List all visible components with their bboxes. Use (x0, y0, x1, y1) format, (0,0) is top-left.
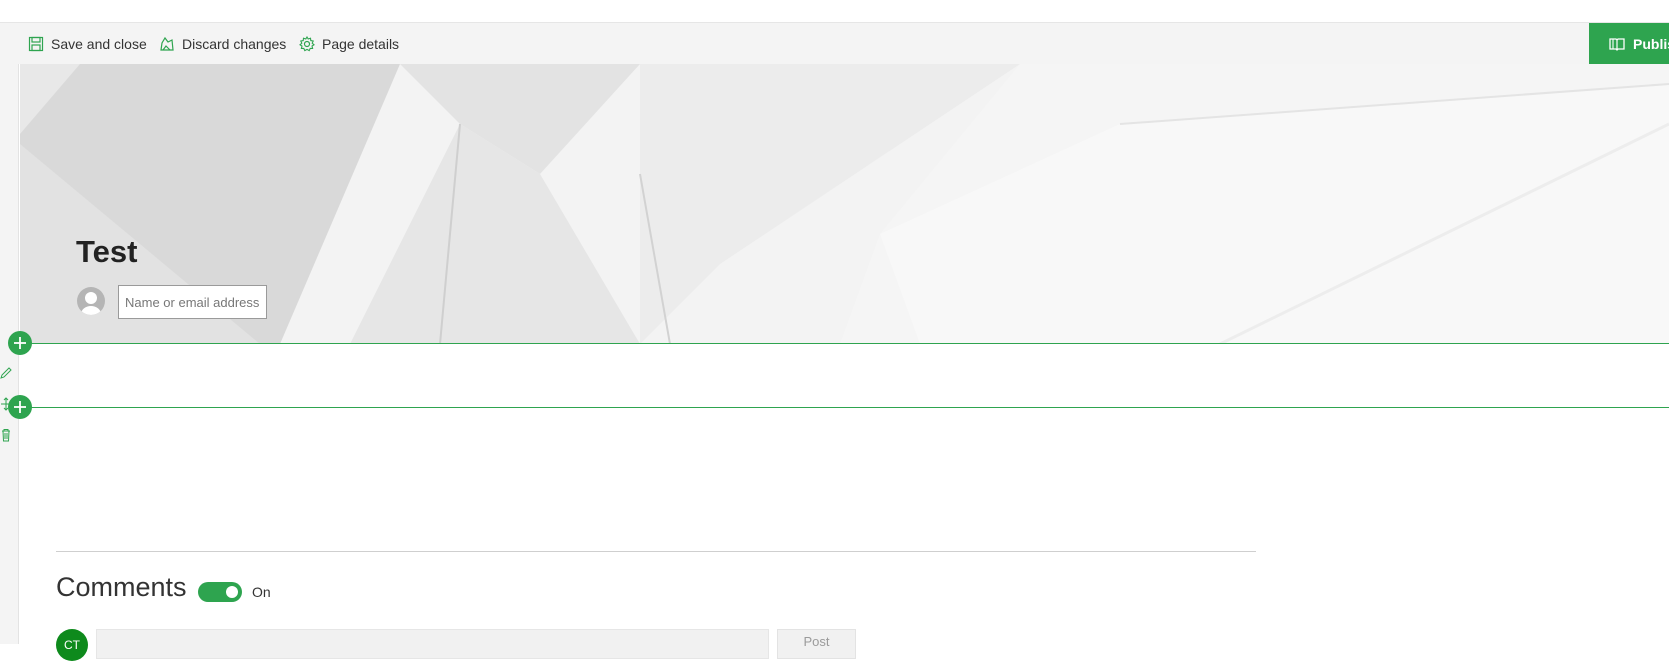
discard-icon (160, 36, 174, 51)
comments-toggle-label: On (252, 584, 271, 600)
section-bottom-line (20, 407, 1669, 408)
comments-divider (56, 551, 1256, 552)
gear-icon (299, 36, 315, 52)
toggle-knob (226, 586, 238, 598)
save-and-close-button[interactable]: Save and close (28, 33, 147, 55)
publish-button[interactable]: Publish (1589, 23, 1669, 64)
discard-changes-button[interactable]: Discard changes (159, 33, 286, 55)
comments-heading: Comments (56, 572, 187, 602)
add-section-button-top[interactable] (8, 331, 32, 355)
empty-section[interactable] (20, 344, 1669, 408)
author-input[interactable] (118, 285, 267, 319)
save-and-close-label: Save and close (51, 36, 147, 52)
title-area-banner (20, 64, 1669, 344)
plus-icon (14, 337, 26, 349)
save-icon (28, 36, 44, 52)
author-avatar-icon (77, 287, 105, 315)
post-button[interactable]: Post (777, 629, 856, 659)
delete-section-icon[interactable] (0, 428, 12, 442)
top-strip (0, 0, 1669, 23)
book-icon (1609, 37, 1625, 51)
move-section-icon[interactable] (0, 397, 12, 411)
page-details-label: Page details (322, 36, 400, 52)
page-details-button[interactable]: Page details (299, 33, 399, 55)
discard-changes-label: Discard changes (182, 36, 287, 52)
user-avatar: CT (56, 629, 88, 661)
edit-section-icon[interactable] (0, 367, 12, 381)
command-bar: Save and close Discard changes Page deta… (0, 23, 1669, 64)
comments-toggle[interactable] (198, 582, 242, 602)
page-title[interactable]: Test (76, 234, 137, 270)
publish-label: Publish (1633, 35, 1669, 52)
banner-background-image (20, 64, 1669, 344)
comment-input[interactable] (96, 629, 769, 659)
